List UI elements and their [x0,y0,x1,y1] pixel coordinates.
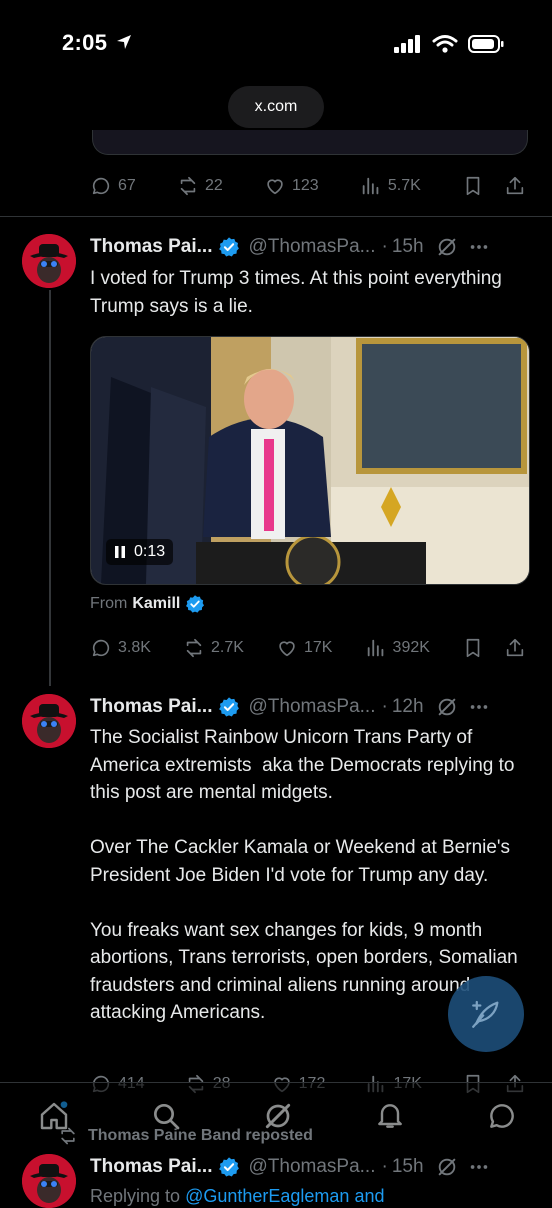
search-icon [154,1104,180,1130]
cellular-signal-icon [394,35,420,53]
battery-icon [468,35,504,53]
status-icons [394,34,504,54]
bookmark-icon[interactable] [462,175,484,197]
more-icon[interactable] [468,696,490,718]
views-icon [362,177,379,195]
attribution-name[interactable]: Kamill [132,595,180,613]
heart-icon [267,179,283,195]
video-time: 0:13 [134,543,166,560]
author-name[interactable]: Thomas Pai... [90,236,212,258]
reply-count: 67 [118,177,136,194]
views-icon [367,639,383,657]
like-button[interactable]: 17K [276,637,332,659]
attribution: From Kamill [90,594,205,614]
divider [0,216,552,217]
url-bar[interactable]: x.com [228,86,324,128]
bookmark-icon[interactable] [462,637,484,659]
url-text: x.com [254,98,298,115]
tweet-header: Thomas Pai... @ThomasPa... · 15h [90,234,530,260]
more-icon[interactable] [468,236,490,258]
nav-grok[interactable] [260,1098,296,1134]
compose-button[interactable] [448,976,524,1052]
like-count: 17K [304,639,333,656]
location-arrow-icon [116,35,131,49]
tweet-time[interactable]: 15h [392,236,424,258]
verified-badge-icon [219,237,240,257]
tweet-time[interactable]: 12h [392,696,424,718]
tweet-header: Thomas Pai... @ThomasPa... · 12h [90,694,530,720]
video-timer[interactable]: 0:13 [106,539,174,565]
reply-icon [92,639,110,657]
home-icon [40,1101,68,1130]
views-button[interactable]: 392K [365,637,430,659]
heart-icon [279,641,295,657]
share-icon[interactable] [504,637,526,659]
repost-icon [186,638,202,658]
verified-badge-icon [219,697,240,717]
like-count: 123 [291,177,319,194]
tweet-header: Thomas Pai... @ThomasPa... · 15h [90,1154,530,1180]
status-time: 2:05 [62,30,134,56]
author-handle[interactable]: @ThomasPa... [248,696,375,718]
views-button[interactable]: 5.7K [360,175,421,197]
author-handle[interactable]: @ThomasPa... [248,236,375,258]
pause-icon[interactable] [114,545,126,559]
reply-icon [92,177,110,195]
tweet-actions: 3.8K 2.7K 17K 392K [90,633,526,663]
avatar[interactable] [22,234,76,288]
view-count: 392K [392,639,430,656]
previous-media-edge [92,130,528,155]
nav-messages[interactable] [484,1098,520,1134]
grok-icon[interactable] [436,236,458,258]
tweet-text: The Socialist Rainbow Unicorn Trans Part… [90,727,518,1023]
reply-button[interactable]: 67 [90,175,136,197]
prev-tweet-actions: 67 22 123 5.7K [90,171,526,201]
grok-icon[interactable] [436,1156,458,1178]
nav-home[interactable] [36,1098,72,1134]
grok-icon[interactable] [436,696,458,718]
repost-count: 22 [204,177,223,194]
tweet-time[interactable]: 15h [392,1156,424,1178]
more-icon[interactable] [468,1156,490,1178]
grok-icon [265,1103,291,1129]
share-icon[interactable] [504,175,526,197]
replying-to: Replying to @GuntherEagleman and [90,1186,385,1206]
verified-badge-icon [186,595,205,613]
repost-button[interactable]: 2.7K [183,637,244,659]
thread-line [49,290,51,686]
bell-icon [378,1104,402,1128]
author-handle[interactable]: @ThomasPa... [248,1156,375,1178]
avatar[interactable] [22,694,76,748]
bottom-nav-icons [36,1098,520,1134]
nav-notifications[interactable] [372,1098,408,1134]
verified-badge-icon [219,1157,240,1177]
compose-feather-icon [472,1000,499,1028]
like-button[interactable]: 123 [264,175,319,197]
repost-icon [180,176,196,196]
author-name[interactable]: Thomas Pai... [90,1156,212,1178]
wifi-icon [432,35,458,53]
tweet-text: I voted for Trump 3 times. At this point… [90,268,507,317]
repost-count: 2.7K [211,639,244,656]
view-count: 5.7K [387,177,421,194]
reply-count: 3.8K [118,639,151,656]
replying-to-link[interactable]: @GuntherEagleman and [185,1186,384,1206]
reply-button[interactable]: 3.8K [90,637,151,659]
author-name[interactable]: Thomas Pai... [90,696,212,718]
repost-button[interactable]: 22 [177,175,223,197]
chat-bubble-icon [490,1104,514,1128]
nav-search[interactable] [148,1098,184,1134]
